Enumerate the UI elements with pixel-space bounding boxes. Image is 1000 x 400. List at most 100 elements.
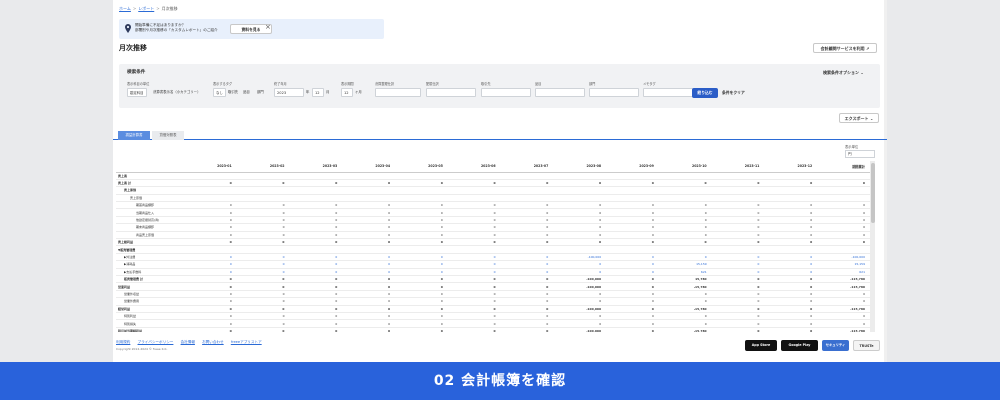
tab-bs[interactable]: 貸借対照表 — [152, 131, 184, 140]
row-value — [711, 172, 765, 180]
row-value[interactable]: 0 — [764, 253, 818, 262]
row-value[interactable]: 0 — [447, 268, 501, 276]
tag-chip-none[interactable]: なし — [213, 88, 226, 97]
footer-link-company[interactable]: 会社情報 — [181, 340, 195, 344]
row-value: 0 — [553, 179, 607, 188]
export-button[interactable]: エクスポート ⌄ — [839, 113, 879, 123]
row-value: 0 — [711, 304, 765, 313]
row-value[interactable]: 0 — [711, 260, 765, 269]
app-store-badge[interactable]: App Store — [745, 340, 777, 351]
memo-tag-input[interactable] — [643, 88, 693, 97]
row-value[interactable]: 0 — [236, 268, 290, 276]
row-value[interactable]: 0 — [711, 268, 765, 276]
row-value[interactable]: 0 — [500, 253, 554, 262]
tag-chip-partner[interactable]: 取引先 — [228, 88, 238, 97]
tag-chip-department[interactable]: 部門 — [257, 88, 264, 97]
period-select[interactable]: 12 — [341, 88, 353, 97]
row-value[interactable]: 0 — [342, 253, 396, 262]
year-select[interactable]: 2023 — [274, 88, 304, 97]
row-value[interactable]: 621 — [658, 268, 712, 276]
department-input[interactable] — [589, 88, 639, 97]
row-value[interactable]: 0 — [447, 253, 501, 262]
row-value: 0 — [395, 208, 448, 217]
adjust-select[interactable] — [375, 88, 421, 97]
tag-chip-item[interactable]: 品目 — [243, 88, 250, 97]
row-value[interactable]: -100,000 — [817, 253, 870, 262]
row-value[interactable]: 0 — [183, 253, 237, 262]
search-button[interactable]: 絞り込む — [692, 88, 718, 98]
breadcrumb-home-link[interactable]: ホーム — [119, 6, 131, 11]
unit-chip-account[interactable]: 勘定科目 — [127, 88, 147, 97]
row-label[interactable]: ▶外注費 — [116, 253, 184, 262]
footer-link-contact[interactable]: お問い合わせ — [202, 340, 224, 344]
row-value[interactable]: 0 — [553, 268, 607, 276]
month-select[interactable]: 12 — [312, 88, 324, 97]
row-value — [236, 186, 290, 195]
security-badge[interactable]: セキュリティ — [822, 340, 849, 351]
tab-pl[interactable]: 損益計算書 — [118, 131, 150, 140]
row-value[interactable]: 0 — [395, 268, 448, 276]
footer-link-appstore[interactable]: freeeアプリストア — [231, 340, 262, 344]
footer-link-privacy[interactable]: プライバシーポリシー — [138, 340, 174, 344]
row-value[interactable]: 0 — [764, 268, 818, 276]
row-value — [342, 172, 396, 180]
label-adjust: 決算整理仕訳 — [375, 82, 395, 86]
table-row: ▶支払手数料 0 0 0 0 0 0 0 0 0 621 0 0 621 — [116, 268, 870, 276]
row-value[interactable]: 0 — [236, 253, 290, 262]
alloc-select[interactable] — [426, 88, 476, 97]
row-value[interactable]: 0 — [606, 268, 659, 276]
partner-input[interactable] — [481, 88, 531, 97]
close-icon[interactable]: × — [265, 23, 271, 31]
row-value[interactable]: 0 — [658, 253, 712, 262]
row-value[interactable]: 0 — [289, 253, 343, 262]
row-value[interactable]: 15,159 — [817, 260, 870, 269]
row-value[interactable]: 15,159 — [658, 260, 712, 269]
row-value[interactable]: 0 — [606, 260, 659, 269]
row-value[interactable]: 0 — [606, 253, 659, 262]
row-value[interactable]: 0 — [183, 260, 237, 269]
google-play-badge[interactable]: Google Play — [781, 340, 818, 351]
row-value[interactable]: 0 — [500, 260, 554, 269]
header-month: 2023-05 — [395, 161, 448, 173]
scrollbar-thumb[interactable] — [870, 163, 875, 223]
truste-badge[interactable]: TRUSTe — [853, 340, 880, 351]
clear-conditions-button[interactable]: 条件をクリア — [722, 88, 745, 98]
row-value: 0 — [289, 208, 343, 217]
page-scrollbar[interactable] — [884, 0, 887, 362]
row-value[interactable]: 0 — [289, 268, 343, 276]
row-value: 0 — [289, 231, 343, 240]
row-value[interactable]: 0 — [711, 253, 765, 262]
row-value — [342, 194, 396, 203]
row-value[interactable]: 0 — [395, 253, 448, 262]
row-label[interactable]: ▶支払手数料 — [116, 268, 184, 276]
breadcrumb-report-link[interactable]: レポート — [138, 6, 154, 11]
row-value[interactable]: 0 — [395, 260, 448, 269]
row-value[interactable]: 0 — [447, 260, 501, 269]
row-value[interactable]: 0 — [553, 260, 607, 269]
row-value[interactable]: 0 — [236, 260, 290, 269]
table-scrollbar[interactable] — [870, 161, 875, 332]
row-value[interactable]: 621 — [817, 268, 870, 276]
row-value[interactable]: 0 — [289, 260, 343, 269]
step-banner: 02 会計帳簿を確認 — [0, 362, 1000, 400]
row-value[interactable]: 0 — [764, 260, 818, 269]
row-value[interactable]: 0 — [183, 268, 237, 276]
unit-chip-statement[interactable]: 決算書表示名（小カテゴリー） — [153, 88, 200, 97]
row-value — [764, 194, 818, 203]
footer-link-terms[interactable]: 利用規約 — [116, 340, 130, 344]
row-value[interactable]: 0 — [342, 268, 396, 276]
row-value[interactable]: 0 — [342, 260, 396, 269]
row-label[interactable]: ▶消耗品 — [116, 260, 184, 269]
unit-select[interactable]: 円 — [845, 150, 875, 158]
row-value[interactable]: 0 — [500, 268, 554, 276]
row-value — [764, 172, 818, 180]
external-link-icon: ↗ — [866, 46, 870, 51]
search-options-toggle[interactable]: 検索条件オプション ⌄ — [823, 70, 864, 76]
row-value: 0 — [606, 312, 659, 321]
row-value: 0 — [817, 208, 870, 217]
header-month: 2023-03 — [289, 161, 343, 173]
item-input[interactable] — [535, 88, 585, 97]
advisor-service-button[interactable]: 会計顧問サービスを利用 ↗ — [813, 43, 877, 53]
row-value: 0 — [289, 237, 343, 247]
row-value[interactable]: -100,000 — [553, 253, 607, 262]
